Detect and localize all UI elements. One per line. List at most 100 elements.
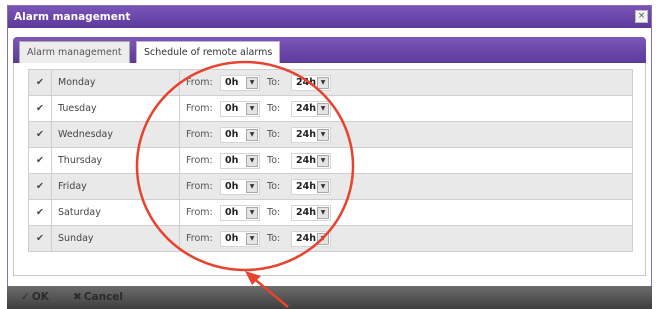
time-range: From: 0h ▼ To: 24h ▼ [179, 121, 633, 148]
chevron-down-icon[interactable]: ▼ [246, 180, 258, 193]
table-row: ✔ Wednesday From: 0h ▼ To: 24h ▼ [28, 121, 633, 148]
cancel-icon: ✖ [73, 291, 82, 303]
to-label: To: [267, 181, 281, 192]
day-label: Saturday [51, 199, 180, 226]
to-value: 24h [296, 206, 317, 218]
to-value: 24h [296, 154, 317, 166]
ok-button-label: OK [31, 291, 49, 303]
checkmark-icon: ✔ [36, 77, 44, 88]
from-value: 0h [225, 206, 239, 218]
day-checkbox[interactable]: ✔ [28, 199, 52, 226]
day-label: Tuesday [51, 95, 180, 122]
from-select[interactable]: 0h ▼ [220, 126, 260, 143]
day-label: Sunday [51, 225, 180, 252]
dialog-titlebar: Alarm management [8, 6, 651, 28]
to-label: To: [267, 233, 281, 244]
chevron-down-icon[interactable]: ▼ [246, 76, 258, 89]
to-label: To: [267, 103, 281, 114]
time-range: From: 0h ▼ To: 24h ▼ [179, 225, 633, 252]
from-value: 0h [225, 154, 239, 166]
from-select[interactable]: 0h ▼ [220, 230, 260, 247]
from-label: From: [186, 77, 213, 88]
from-value: 0h [225, 128, 239, 140]
from-select[interactable]: 0h ▼ [220, 178, 260, 195]
time-range: From: 0h ▼ To: 24h ▼ [179, 69, 633, 96]
day-label: Thursday [51, 147, 180, 174]
chevron-down-icon[interactable]: ▼ [317, 206, 330, 219]
chevron-down-icon[interactable]: ▼ [317, 128, 330, 141]
table-row: ✔ Sunday From: 0h ▼ To: 24h ▼ [28, 225, 633, 252]
day-label: Friday [51, 173, 180, 200]
checkmark-icon: ✔ [36, 181, 44, 192]
table-row: ✔ Tuesday From: 0h ▼ To: 24h ▼ [28, 95, 633, 122]
day-label: Monday [51, 69, 180, 96]
from-select[interactable]: 0h ▼ [220, 74, 260, 91]
chevron-down-icon[interactable]: ▼ [317, 232, 330, 245]
tab-schedule-of-remote-alarms[interactable]: Schedule of remote alarms [136, 41, 281, 63]
to-value: 24h [296, 232, 317, 244]
alarm-management-dialog: Alarm management × Alarm management Sche… [7, 5, 652, 305]
time-range: From: 0h ▼ To: 24h ▼ [179, 95, 633, 122]
day-label: Wednesday [51, 121, 180, 148]
time-range: From: 0h ▼ To: 24h ▼ [179, 173, 633, 200]
checkmark-icon: ✔ [36, 103, 44, 114]
from-select[interactable]: 0h ▼ [220, 204, 260, 221]
time-range: From: 0h ▼ To: 24h ▼ [179, 199, 633, 226]
to-select[interactable]: 24h ▼ [291, 100, 332, 117]
to-select[interactable]: 24h ▼ [291, 204, 332, 221]
from-label: From: [186, 129, 213, 140]
chevron-down-icon[interactable]: ▼ [246, 128, 258, 141]
close-icon[interactable]: × [635, 10, 648, 23]
to-value: 24h [296, 180, 317, 192]
from-select[interactable]: 0h ▼ [220, 152, 260, 169]
from-value: 0h [225, 102, 239, 114]
table-row: ✔ Friday From: 0h ▼ To: 24h ▼ [28, 173, 633, 200]
to-select[interactable]: 24h ▼ [291, 230, 332, 247]
chevron-down-icon[interactable]: ▼ [246, 206, 258, 219]
day-checkbox[interactable]: ✔ [28, 95, 52, 122]
to-label: To: [267, 155, 281, 166]
to-label: To: [267, 207, 281, 218]
chevron-down-icon[interactable]: ▼ [317, 76, 330, 89]
to-select[interactable]: 24h ▼ [291, 74, 332, 91]
cancel-button[interactable]: ✖ Cancel [73, 291, 123, 303]
to-label: To: [267, 77, 281, 88]
ok-button[interactable]: ✓ OK [21, 291, 49, 303]
from-label: From: [186, 181, 213, 192]
dialog-footer: ✓ OK ✖ Cancel [7, 286, 652, 309]
time-range: From: 0h ▼ To: 24h ▼ [179, 147, 633, 174]
from-select[interactable]: 0h ▼ [220, 100, 260, 117]
dialog-title: Alarm management [14, 11, 131, 23]
to-select[interactable]: 24h ▼ [291, 152, 332, 169]
to-label: To: [267, 129, 281, 140]
chevron-down-icon[interactable]: ▼ [246, 102, 258, 115]
to-value: 24h [296, 102, 317, 114]
from-value: 0h [225, 76, 239, 88]
to-select[interactable]: 24h ▼ [291, 126, 332, 143]
chevron-down-icon[interactable]: ▼ [246, 154, 258, 167]
day-checkbox[interactable]: ✔ [28, 69, 52, 96]
to-value: 24h [296, 128, 317, 140]
from-label: From: [186, 103, 213, 114]
from-value: 0h [225, 180, 239, 192]
to-value: 24h [296, 76, 317, 88]
day-checkbox[interactable]: ✔ [28, 225, 52, 252]
checkmark-icon: ✔ [36, 129, 44, 140]
chevron-down-icon[interactable]: ▼ [317, 180, 330, 193]
tab-alarm-management[interactable]: Alarm management [19, 41, 130, 63]
chevron-down-icon[interactable]: ▼ [317, 102, 330, 115]
tab-panel-schedule: ✔ Monday From: 0h ▼ To: 24h ▼ ✔ Tuesday From… [13, 63, 646, 276]
chevron-down-icon[interactable]: ▼ [317, 154, 330, 167]
day-checkbox[interactable]: ✔ [28, 173, 52, 200]
day-checkbox[interactable]: ✔ [28, 147, 52, 174]
from-label: From: [186, 233, 213, 244]
to-select[interactable]: 24h ▼ [291, 178, 332, 195]
schedule-table: ✔ Monday From: 0h ▼ To: 24h ▼ ✔ Tuesday From… [28, 69, 633, 252]
from-label: From: [186, 155, 213, 166]
check-icon: ✓ [21, 291, 30, 303]
from-label: From: [186, 207, 213, 218]
chevron-down-icon[interactable]: ▼ [246, 232, 258, 245]
cancel-button-label: Cancel [83, 291, 124, 303]
day-checkbox[interactable]: ✔ [28, 121, 52, 148]
checkmark-icon: ✔ [36, 233, 44, 244]
